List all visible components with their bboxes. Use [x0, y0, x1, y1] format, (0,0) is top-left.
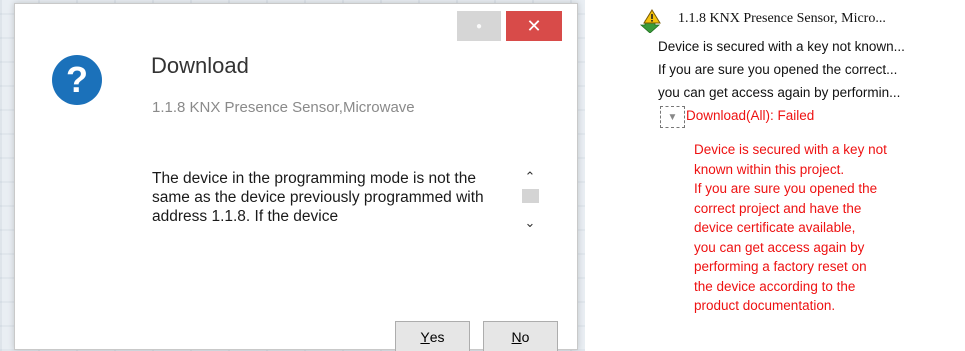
detail-line: product documentation.: [694, 298, 836, 313]
close-button[interactable]: ✕: [506, 11, 562, 41]
close-icon: ✕: [526, 15, 542, 36]
log-entry-title[interactable]: 1.1.8 KNX Presence Sensor, Micro...: [678, 11, 886, 27]
question-icon: ?: [52, 55, 102, 105]
dialog-title: Download: [151, 53, 249, 78]
no-hotkey: N: [511, 329, 522, 345]
detail-line: Device is secured with a key not: [694, 142, 887, 157]
detail-line: known within this project.: [694, 161, 845, 177]
dialog-message: The device in the programming mode is no…: [152, 170, 484, 225]
download-dialog: ● ✕ ? Download 1.1.8 KNX Presence Sensor…: [14, 3, 578, 351]
scroll-down-icon[interactable]: ⌄: [523, 215, 537, 230]
yes-button[interactable]: Yes: [395, 321, 470, 351]
scrollbar-thumb[interactable]: [522, 189, 539, 203]
dialog-subtitle: 1.1.8 KNX Presence Sensor,Microwave: [152, 99, 415, 116]
log-line: you can get access again by performin...: [658, 85, 901, 100]
detail-line: the device according to the: [694, 278, 856, 294]
detail-line: performing a factory reset on: [694, 259, 867, 274]
failed-status: Download(All): Failed: [686, 108, 815, 123]
warning-download-icon: [639, 9, 661, 33]
detail-line: If you are sure you opened the: [694, 181, 878, 196]
yes-hotkey: Y: [420, 329, 430, 345]
minimize-button[interactable]: ●: [457, 11, 501, 41]
yes-label: es: [429, 329, 445, 345]
no-label: o: [521, 329, 530, 345]
detail-line: correct project and have the: [694, 200, 862, 216]
detail-line: device certificate available,: [694, 220, 856, 235]
log-line: If you are sure you opened the correct..…: [658, 62, 898, 77]
error-detail: Device is secured with a key not known w…: [694, 140, 964, 316]
triangle-down-icon: ▼: [667, 111, 678, 123]
minimize-icon: ●: [475, 20, 483, 32]
no-button[interactable]: No: [483, 321, 558, 351]
log-line: Device is secured with a key not known..…: [658, 39, 905, 54]
scroll-up-icon[interactable]: ⌃: [523, 169, 537, 184]
detail-line: you can get access again by: [694, 239, 865, 255]
expand-toggle[interactable]: ▼: [660, 106, 685, 128]
